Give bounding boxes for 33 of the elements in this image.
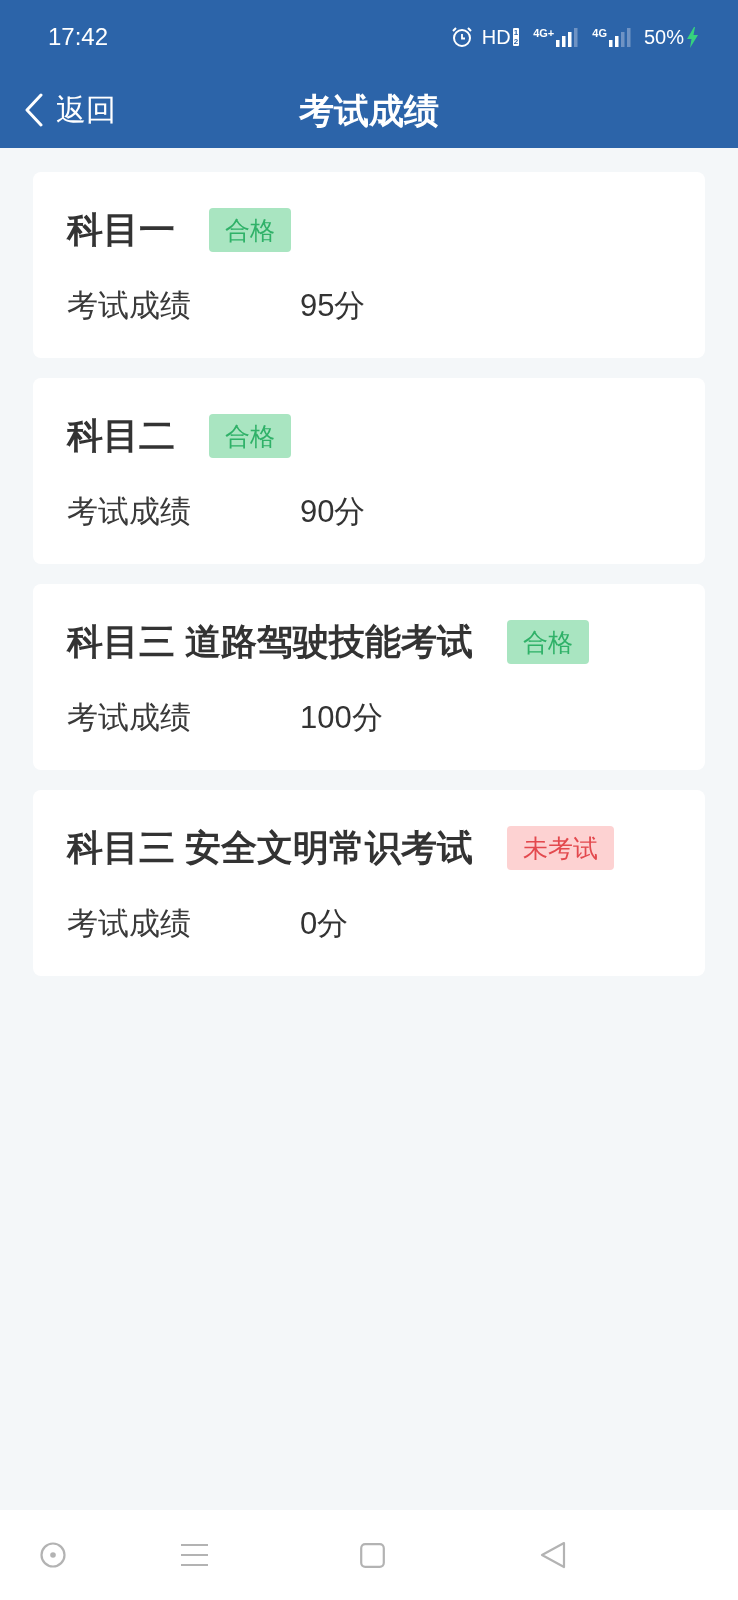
battery-percent: 50% xyxy=(643,27,684,47)
status-badge: 未考试 xyxy=(507,826,614,870)
score-value: 0分 xyxy=(300,907,349,939)
network-label: 4G+ xyxy=(533,27,555,39)
dot-circle-icon[interactable] xyxy=(40,1542,66,1568)
sim-slot-number: 1 xyxy=(513,28,519,37)
square-icon[interactable] xyxy=(360,1542,385,1568)
back-icon[interactable] xyxy=(540,1541,566,1569)
status-badge: 合格 xyxy=(209,208,291,252)
score-label: 考试成绩 xyxy=(67,907,192,939)
back-button[interactable]: 返回 xyxy=(0,72,124,148)
hd-label: HD xyxy=(481,27,511,47)
score-value: 90分 xyxy=(300,495,366,527)
signal-icon xyxy=(556,27,579,47)
score-value: 95分 xyxy=(300,289,366,321)
score-label: 考试成绩 xyxy=(67,289,192,321)
sim-slot-number: 2 xyxy=(513,37,519,46)
alarm-icon xyxy=(450,26,473,48)
page-title: 考试成绩 xyxy=(299,92,439,128)
subject-title: 科目三 道路驾驶技能考试 xyxy=(67,624,473,660)
status-badge: 合格 xyxy=(209,414,291,458)
subject-title: 科目三 安全文明常识考试 xyxy=(67,830,473,866)
score-label: 考试成绩 xyxy=(67,495,192,527)
score-label: 考试成绩 xyxy=(67,701,192,733)
subject-title: 科目二 xyxy=(67,418,175,454)
menu-icon[interactable] xyxy=(181,1543,208,1567)
status-time: 17:42 xyxy=(48,25,109,49)
network-label: 4G xyxy=(592,27,607,39)
signal-icon xyxy=(608,27,631,47)
chevron-left-icon xyxy=(24,93,44,127)
subject-title: 科目一 xyxy=(67,212,175,248)
status-badge: 合格 xyxy=(507,620,589,664)
score-value: 100分 xyxy=(300,701,383,733)
